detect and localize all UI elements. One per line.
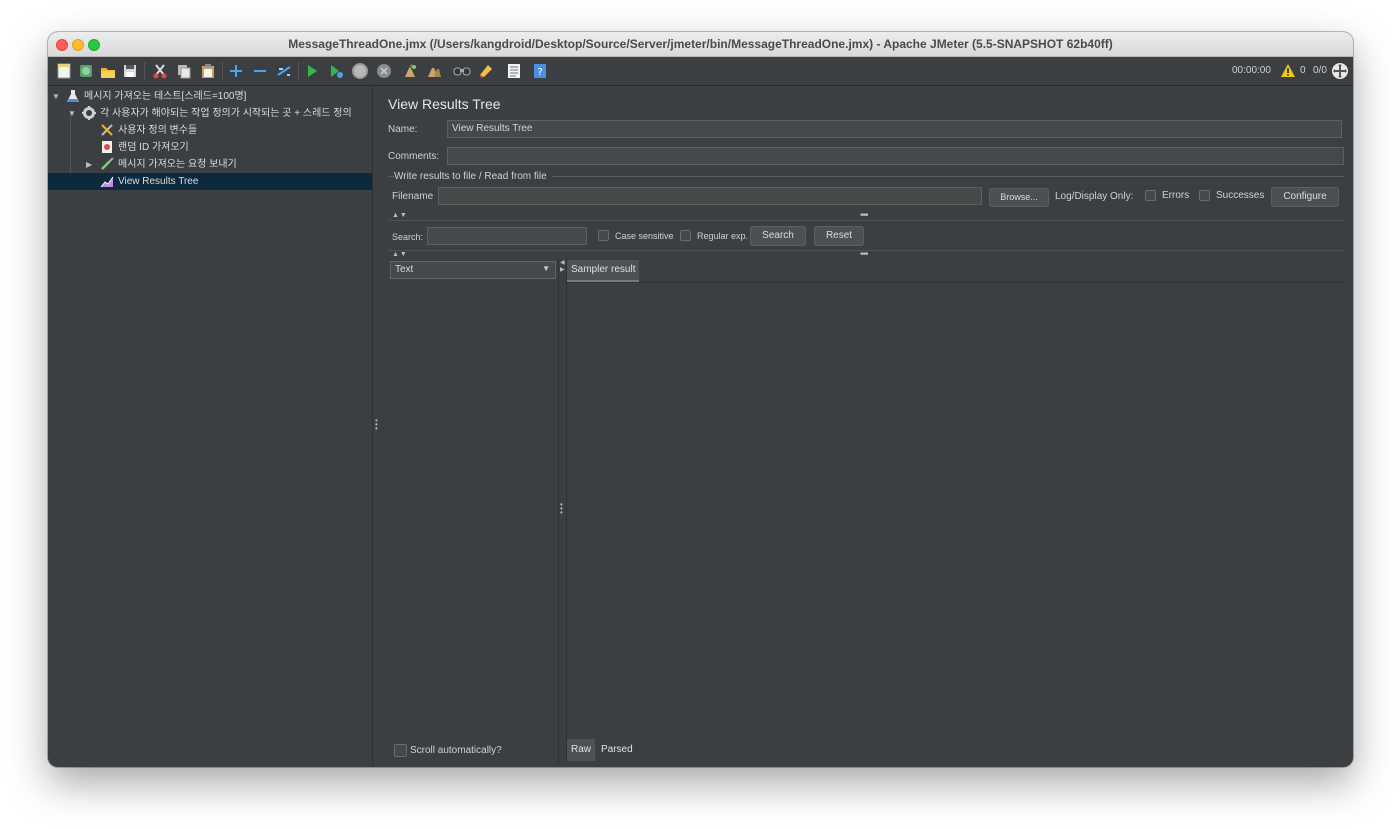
tree-item-label: 사용자 정의 변수들 (118, 125, 198, 136)
filename-field[interactable] (438, 187, 982, 205)
reset-search-icon[interactable] (476, 61, 496, 81)
successes-label: Successes (1216, 190, 1265, 201)
collapse-icon[interactable] (250, 61, 270, 81)
name-field[interactable]: View Results Tree (447, 120, 1342, 138)
save-icon[interactable] (120, 61, 140, 81)
scroll-automatically-checkbox[interactable] (394, 744, 407, 757)
open-icon[interactable] (98, 61, 118, 81)
svg-text:?: ? (537, 67, 542, 78)
expand-icon[interactable] (226, 61, 246, 81)
chevron-down-icon[interactable]: ▼ (52, 88, 60, 105)
elapsed-timer: 00:00:00 (1232, 65, 1271, 76)
filename-label: Filename (392, 191, 434, 202)
gear-icon (82, 106, 96, 120)
panel-title: View Results Tree (388, 96, 501, 112)
errors-checkbox[interactable] (1145, 190, 1156, 201)
clear-icon[interactable] (400, 61, 420, 81)
tree-item-thread-group[interactable]: ▼ 각 사용자가 해야되는 작업 정의가 시작되는 곳 + 스레드 정의 (48, 105, 372, 122)
results-area: Text ▼ Scroll automatically? ◀ ▶ • • • Samp… (388, 258, 1346, 763)
paste-icon[interactable] (198, 61, 218, 81)
warning-icon[interactable] (1278, 61, 1298, 81)
tab-raw[interactable]: Raw (567, 739, 596, 761)
tools-icon (101, 124, 113, 136)
results-split-divider[interactable]: ◀ ▶ • • • (558, 258, 566, 763)
file-group-title: Write results to file / Read from file (394, 171, 547, 182)
flask-icon (67, 90, 79, 102)
regular-exp-checkbox[interactable] (680, 230, 691, 241)
remote-icon[interactable] (1330, 61, 1350, 81)
tree-item-view-results-tree[interactable]: View Results Tree (48, 173, 372, 190)
test-plan-tree: ▼ 메시지 가져오는 테스트[스레드=100명] ▼ 각 사용자가 해야되는 작… (48, 86, 372, 767)
regular-exp-label: Regular exp. (697, 231, 749, 241)
renderer-select[interactable]: Text ▼ (390, 261, 556, 279)
tree-item-test-plan[interactable]: ▼ 메시지 가져오는 테스트[스레드=100명] (48, 88, 372, 105)
search-input[interactable] (427, 227, 587, 245)
copy-icon[interactable] (174, 61, 194, 81)
drag-handle-icon: • • • (375, 416, 378, 433)
case-sensitive-checkbox[interactable] (598, 230, 609, 241)
case-sensitive-label: Case sensitive (615, 231, 674, 241)
shutdown-icon[interactable] (374, 61, 394, 81)
script-icon (102, 141, 112, 153)
search-label: Search: (392, 232, 424, 242)
tree-item-label: 랜덤 ID 가져오기 (118, 142, 189, 153)
comments-label: Comments: (388, 151, 440, 162)
chevron-down-icon: ▼ (542, 264, 550, 273)
name-label: Name: (388, 124, 418, 135)
sampler-result-body (567, 282, 1346, 740)
templates-icon[interactable] (76, 61, 96, 81)
successes-checkbox[interactable] (1199, 190, 1210, 201)
configure-button[interactable]: Configure (1271, 187, 1339, 207)
reset-button[interactable]: Reset (814, 226, 864, 246)
start-icon[interactable] (302, 61, 322, 81)
chart-icon (100, 176, 114, 188)
tab-sampler-result[interactable]: Sampler result (567, 260, 640, 282)
tab-parsed[interactable]: Parsed (597, 739, 637, 761)
search-button[interactable]: Search (750, 226, 806, 246)
results-tree-pane: Text ▼ Scroll automatically? (388, 258, 558, 763)
chevron-right-icon[interactable]: ▶ (86, 156, 92, 173)
function-helper-icon[interactable] (504, 61, 524, 81)
new-icon[interactable] (54, 61, 74, 81)
comments-field[interactable] (447, 147, 1344, 165)
cut-icon[interactable] (150, 61, 170, 81)
stop-icon[interactable] (350, 61, 370, 81)
split-arrows-icon[interactable]: ◀ ▶ (560, 260, 565, 274)
tree-item-label: View Results Tree (118, 176, 199, 187)
drag-handle-icon: • • • (560, 500, 563, 517)
toolbar: ? 00:00:00 0 0/0 (48, 57, 1353, 86)
help-icon[interactable]: ? (530, 61, 550, 81)
result-details-pane: Sampler result Raw Parsed (566, 258, 1346, 763)
window-title: MessageThreadOne.jmx (/Users/kangdroid/D… (288, 37, 1113, 51)
search-icon[interactable] (452, 61, 472, 81)
chevron-down-icon[interactable]: ▼ (68, 105, 76, 122)
tree-item-label: 각 사용자가 해야되는 작업 정의가 시작되는 곳 + 스레드 정의 (100, 108, 352, 119)
log-display-label: Log/Display Only: (1055, 191, 1134, 202)
warning-count: 0 (1300, 65, 1306, 76)
tree-item-label: 메시지 가져오는 요청 보내기 (118, 159, 237, 170)
title-bar: MessageThreadOne.jmx (/Users/kangdroid/D… (48, 32, 1353, 57)
start-no-pauses-icon[interactable] (326, 61, 346, 81)
tree-item-http-request[interactable]: ▶ 메시지 가져오는 요청 보내기 (48, 156, 372, 173)
active-threads: 0/0 (1313, 65, 1327, 76)
tree-item-user-variables[interactable]: 사용자 정의 변수들 (48, 122, 372, 139)
browse-button[interactable]: Browse... (989, 188, 1049, 207)
renderer-select-value: Text (395, 264, 414, 275)
collapse-arrows-icon[interactable]: ▲▼ (392, 212, 408, 219)
jmeter-window: MessageThreadOne.jmx (/Users/kangdroid/D… (48, 32, 1353, 767)
tree-item-random-id[interactable]: 랜덤 ID 가져오기 (48, 139, 372, 156)
clear-all-icon[interactable] (424, 61, 444, 81)
collapse-arrows-icon[interactable]: ▲▼ (392, 251, 408, 258)
scroll-automatically-label: Scroll automatically? (410, 745, 502, 756)
pipette-icon (101, 157, 114, 170)
tree-item-label: 메시지 가져오는 테스트[스레드=100명] (84, 91, 247, 102)
toggle-icon[interactable] (274, 61, 294, 81)
view-results-tree-panel: View Results Tree Name: View Results Tre… (380, 86, 1353, 767)
errors-label: Errors (1162, 190, 1190, 201)
